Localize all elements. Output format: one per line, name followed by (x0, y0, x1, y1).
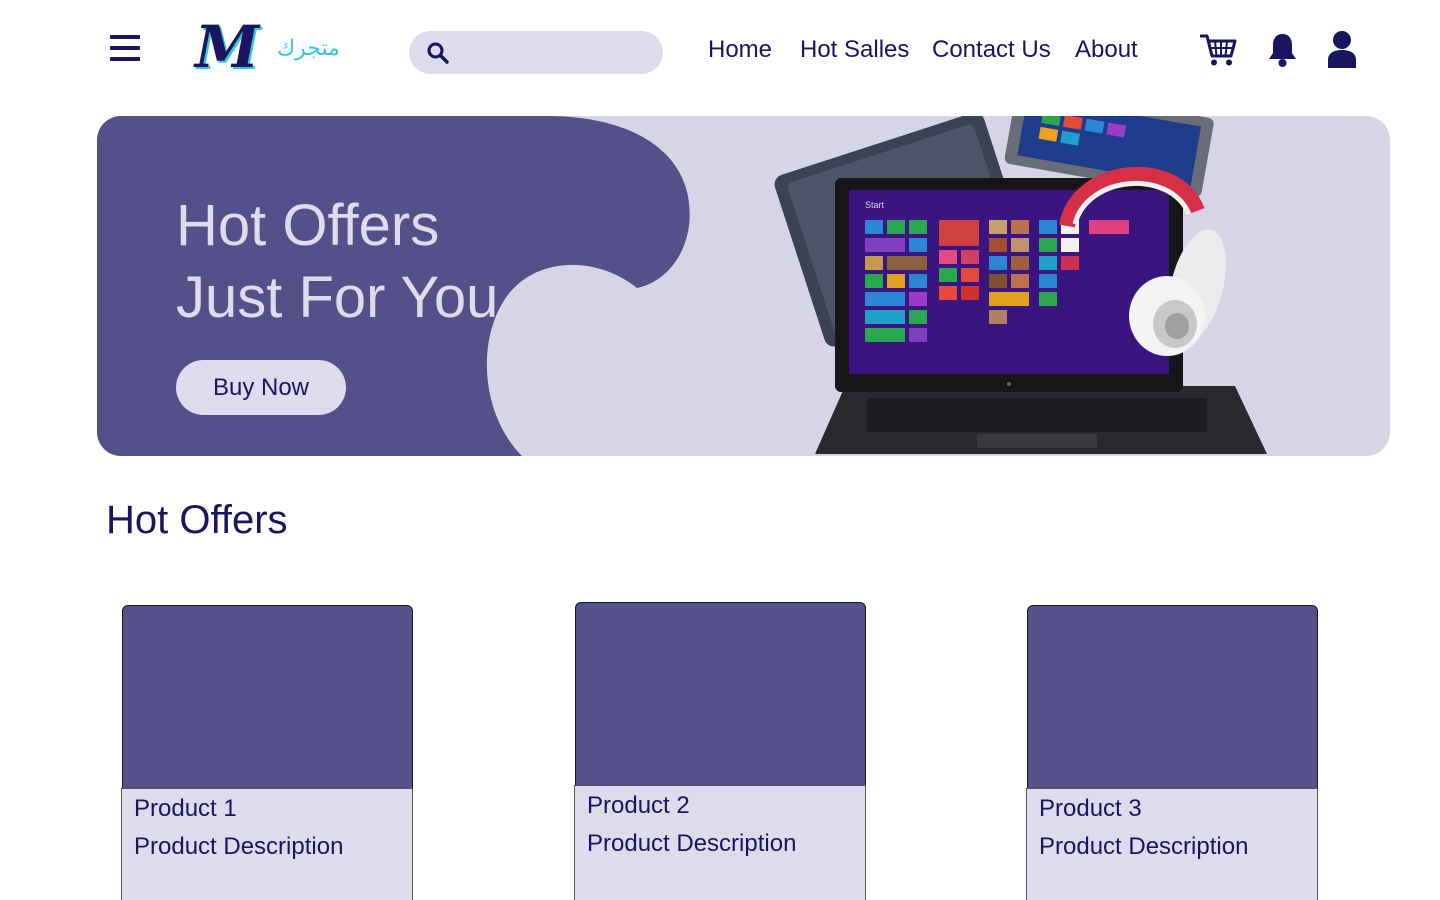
product-image[interactable] (575, 602, 866, 787)
product-description: Product Description (134, 833, 344, 860)
cart-icon[interactable] (1200, 33, 1238, 67)
laptop-headphones-image: Start (774, 116, 1267, 454)
product-description: Product Description (1039, 833, 1249, 860)
product-name[interactable]: Product 2 (587, 792, 690, 820)
product-name[interactable]: Product 3 (1039, 795, 1142, 823)
product-description: Product Description (587, 830, 797, 857)
menu-icon[interactable] (110, 35, 140, 63)
hero-title-line1: Hot Offers (176, 193, 440, 258)
search-input[interactable] (461, 31, 651, 74)
logo-letter: M (195, 13, 259, 81)
nav-about[interactable]: About (1075, 36, 1138, 64)
svg-text:Start: Start (865, 200, 885, 210)
hero-title-line2: Just For You (176, 265, 499, 330)
hero-title: Hot Offers Just For You (176, 190, 498, 334)
buy-now-button[interactable]: Buy Now (176, 360, 346, 415)
logo-script: متجرك (277, 36, 340, 61)
product-card[interactable]: Product 2 Product Description (574, 602, 866, 900)
product-image[interactable] (122, 605, 413, 790)
product-card[interactable]: Product 3 Product Description (1026, 605, 1318, 900)
product-info: Product 3 Product Description (1026, 788, 1318, 900)
product-image[interactable] (1027, 605, 1318, 790)
product-info: Product 1 Product Description (121, 788, 413, 900)
product-name[interactable]: Product 1 (134, 795, 237, 823)
nav-contact-us[interactable]: Contact Us (932, 36, 1051, 64)
search-bar[interactable] (409, 31, 663, 74)
user-icon[interactable] (1327, 30, 1357, 70)
search-icon[interactable] (426, 41, 450, 65)
product-info: Product 2 Product Description (574, 785, 866, 900)
logo[interactable]: M متجرك (195, 13, 355, 81)
nav-home[interactable]: Home (708, 36, 772, 64)
product-card[interactable]: Product 1 Product Description (121, 605, 413, 900)
section-title: Hot Offers (106, 498, 288, 542)
bell-icon[interactable] (1267, 32, 1298, 68)
hero-banner: Start Hot Offers Just For You Buy Now (97, 116, 1390, 456)
nav-hot-salles[interactable]: Hot Salles (800, 36, 909, 64)
